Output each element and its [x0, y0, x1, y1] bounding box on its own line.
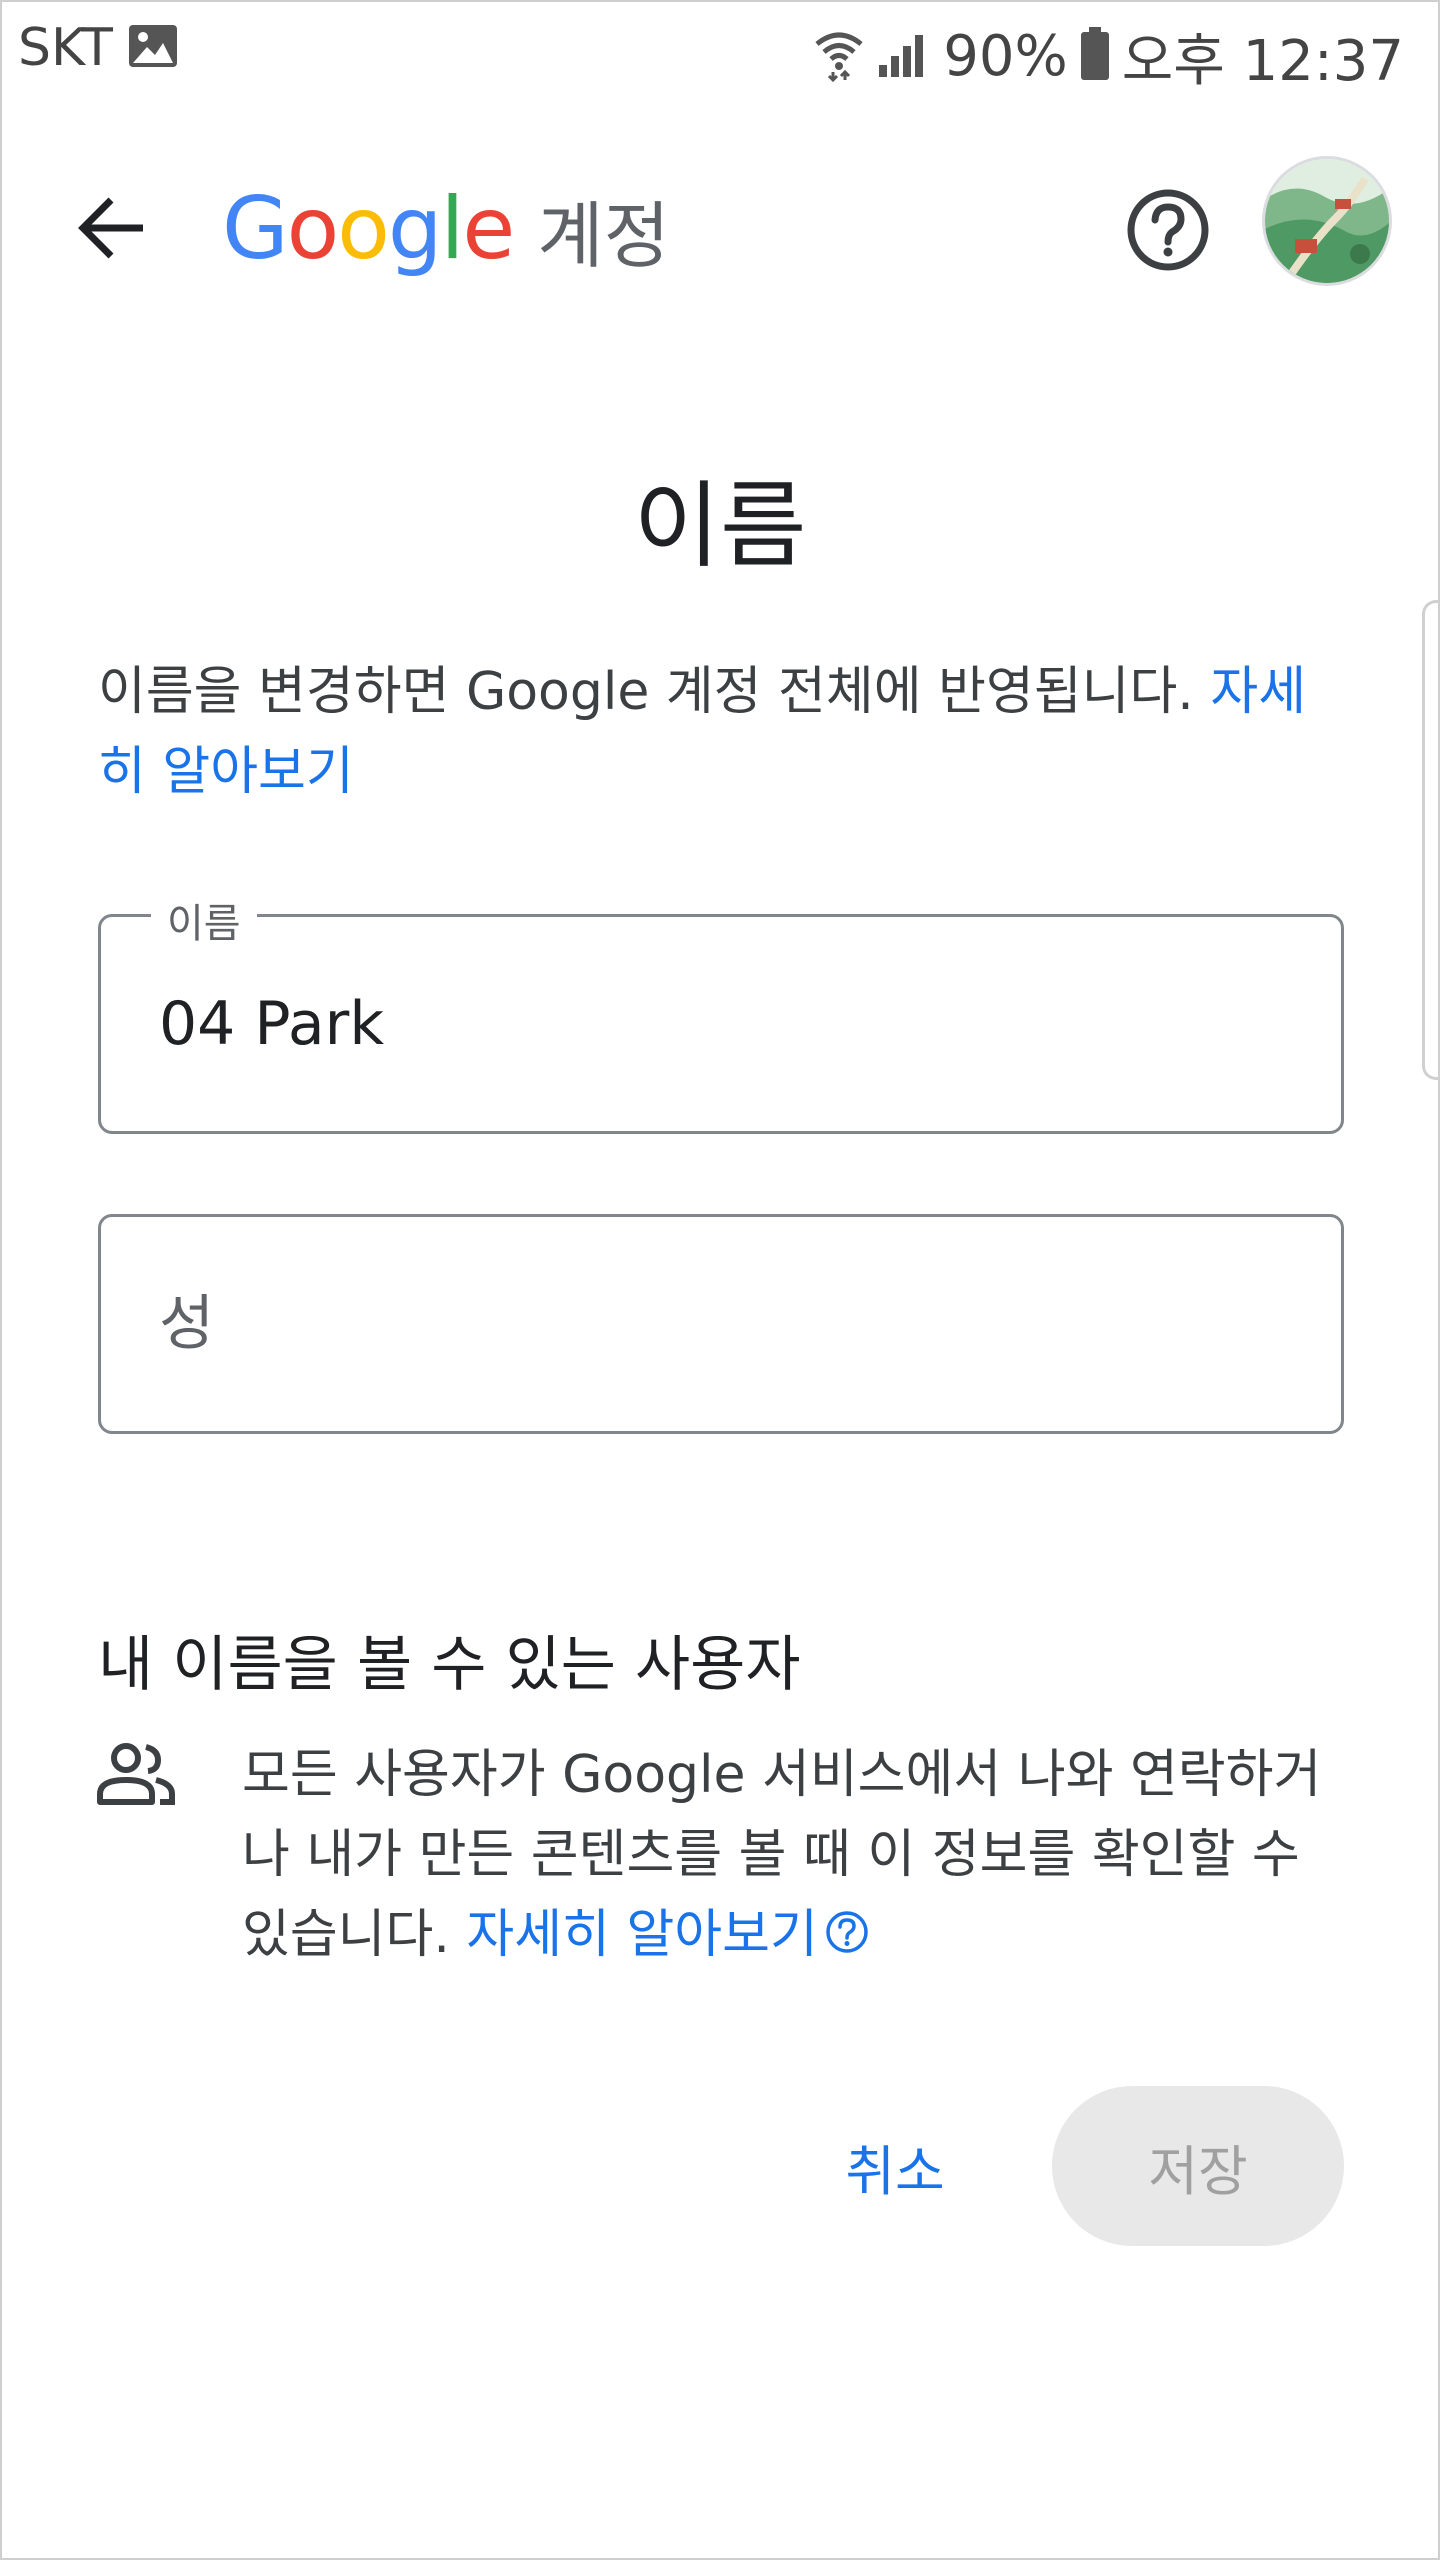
- signal-icon: [877, 29, 931, 84]
- scroll-edge-indicator: [1422, 600, 1440, 1080]
- avatar[interactable]: [1262, 156, 1392, 286]
- logo-letter: o: [286, 179, 340, 279]
- visibility-section-title: 내 이름을 볼 수 있는 사용자: [98, 1630, 801, 1700]
- first-name-label: 이름: [151, 891, 257, 949]
- last-name-input[interactable]: [159, 1279, 1279, 1369]
- back-button[interactable]: [62, 178, 162, 278]
- status-bar-left: SKT: [18, 18, 179, 78]
- google-wordmark: Google: [222, 179, 515, 279]
- help-icon: [1127, 189, 1209, 271]
- first-name-field[interactable]: 이름: [98, 891, 1344, 1134]
- page-title: 이름: [633, 472, 807, 581]
- logo-letter: o: [337, 179, 390, 279]
- image-icon: [127, 23, 179, 74]
- cancel-button[interactable]: 취소: [810, 2086, 980, 2246]
- visibility-description: 모든 사용자가 Google 서비스에서 나와 연락하거나 내가 만든 콘텐츠를…: [242, 1735, 1352, 1978]
- logo-letter: e: [462, 179, 515, 279]
- carrier-label: SKT: [18, 18, 113, 78]
- battery-icon: [1080, 26, 1110, 87]
- last-name-field[interactable]: [98, 1214, 1344, 1434]
- help-button[interactable]: [1118, 180, 1218, 280]
- people-icon: [96, 1740, 176, 1810]
- help-circle-icon[interactable]: [824, 1898, 870, 1978]
- battery-percent: 90%: [943, 24, 1068, 89]
- status-bar-right: 90% 오후 12:37: [813, 16, 1404, 97]
- wifi-icon: [813, 26, 865, 87]
- logo-letter: l: [440, 179, 465, 279]
- clock: 오후 12:37: [1121, 29, 1404, 94]
- status-bar: SKT 90% 오후 12:37: [0, 0, 1440, 100]
- description-text: 이름을 변경하면 Google 계정 전체에 반영됩니다.: [98, 662, 1211, 722]
- google-account-logo: Google 계정: [222, 174, 670, 284]
- visibility-learn-more-link[interactable]: 자세히 알아보기: [466, 1905, 817, 1965]
- save-button[interactable]: 저장: [1052, 2086, 1344, 2246]
- app-bar: Google 계정: [0, 150, 1440, 300]
- logo-letter: G: [222, 179, 289, 279]
- product-name: 계정: [537, 193, 670, 278]
- back-arrow-icon: [78, 197, 143, 259]
- first-name-input[interactable]: [159, 979, 1279, 1069]
- logo-letter: g: [387, 179, 443, 279]
- name-description: 이름을 변경하면 Google 계정 전체에 반영됩니다. 자세히 알아보기: [98, 652, 1348, 812]
